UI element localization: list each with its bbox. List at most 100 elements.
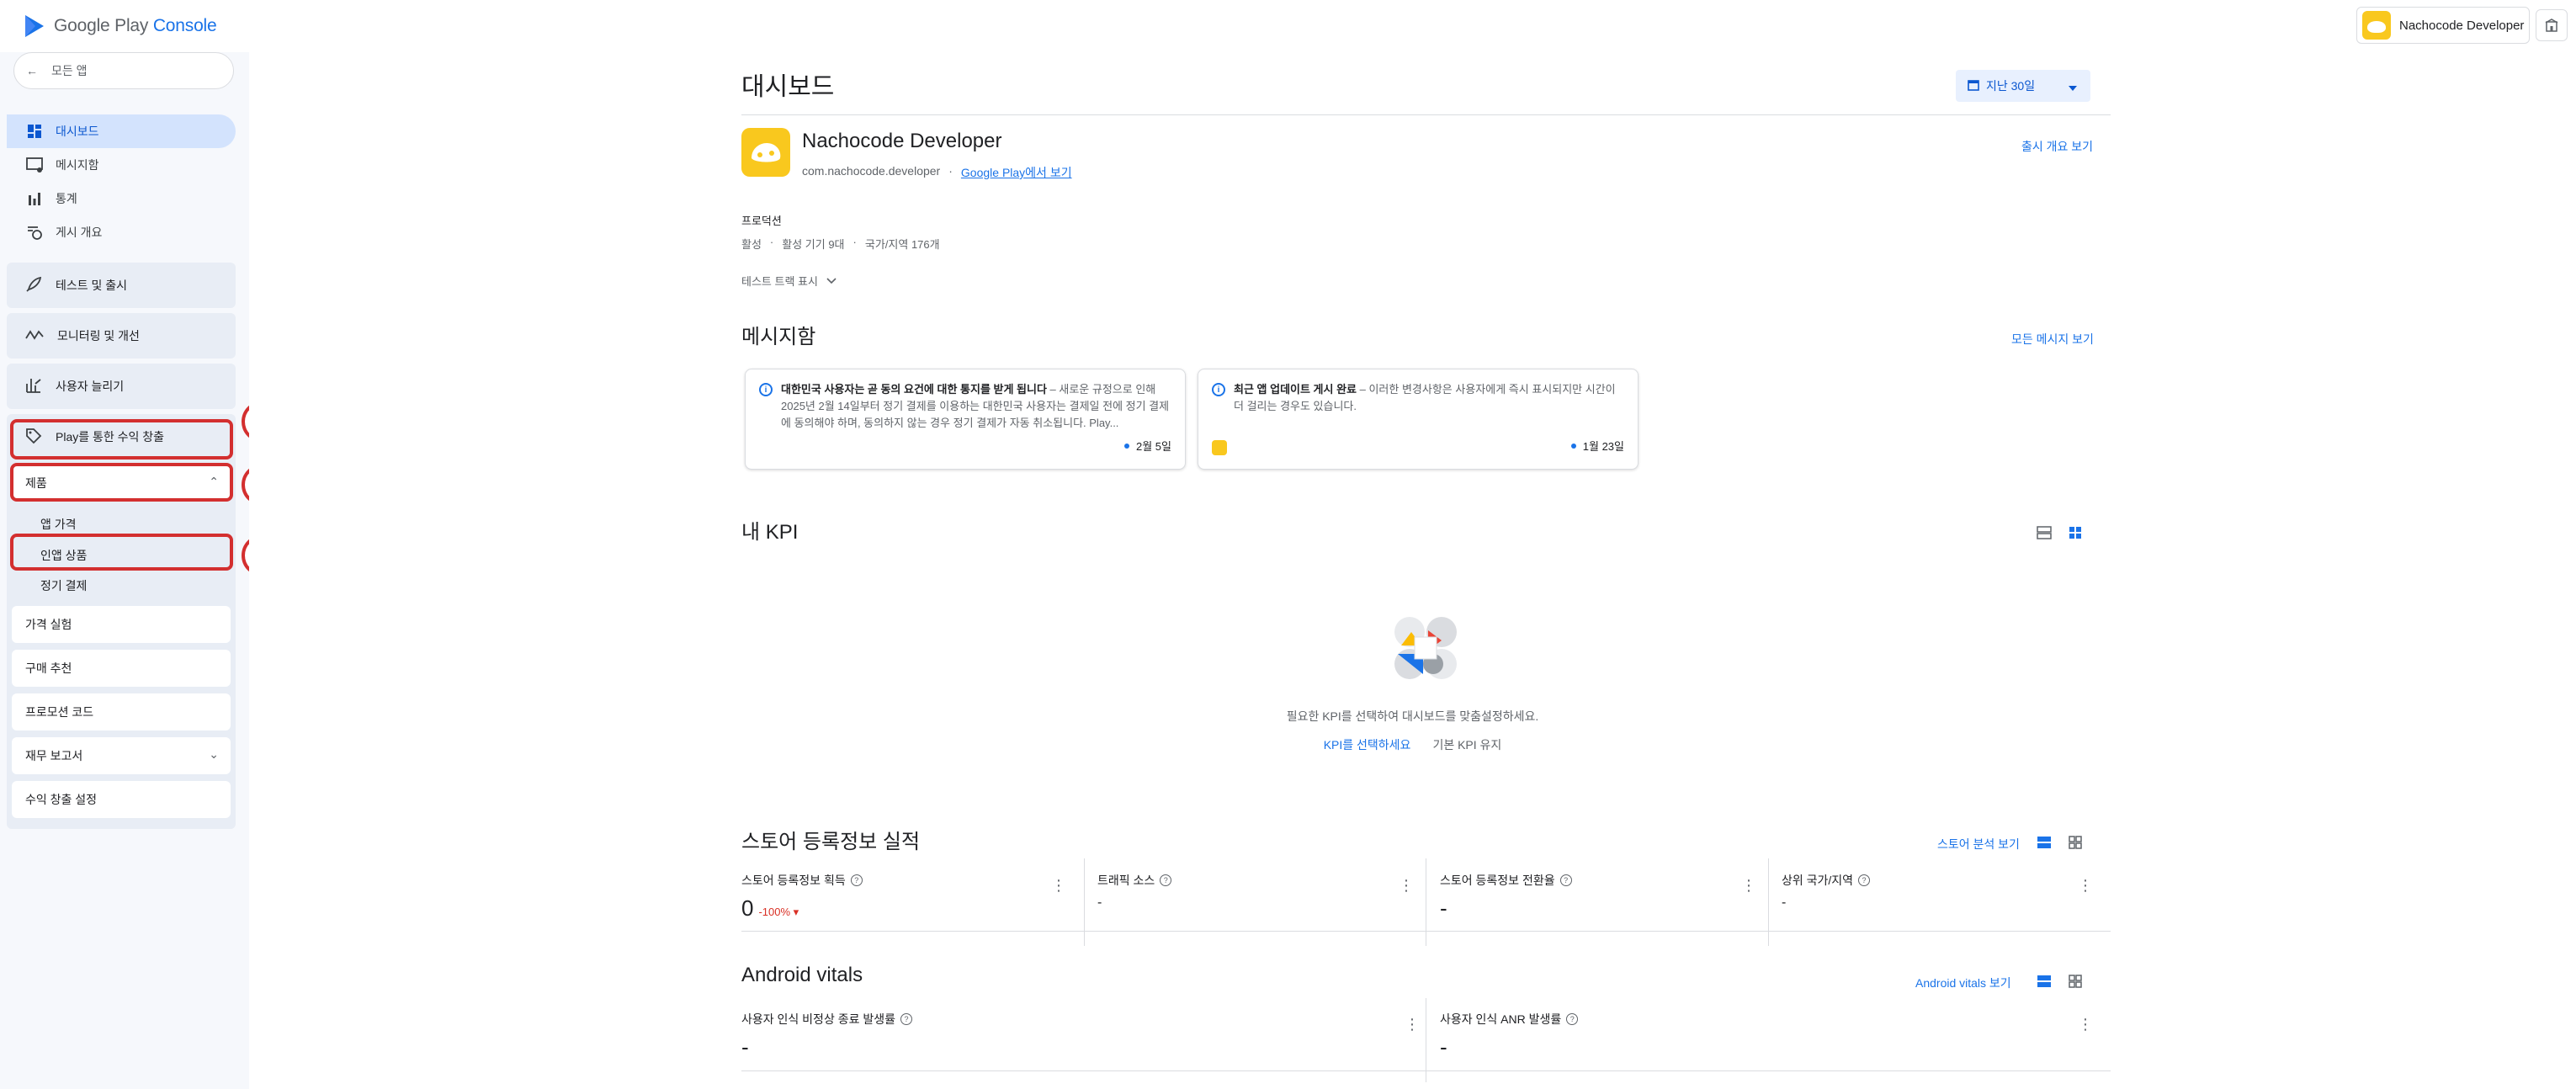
- page-title: 대시보드: [741, 73, 835, 101]
- all-messages-link[interactable]: 모든 메시지 보기: [2011, 331, 2094, 348]
- sidebar-item-subscriptions[interactable]: 정기 결제: [40, 577, 87, 594]
- inbox-section-title: 메시지함: [741, 326, 816, 348]
- android-vitals-title: Android vitals: [741, 964, 863, 986]
- list-view-icon[interactable]: [2035, 523, 2053, 542]
- kpi-empty-text: 필요한 KPI를 선택하여 대시보드를 맞춤설정하세요.: [1286, 709, 1539, 723]
- sidebar-item-price-experiments[interactable]: 가격 실험: [12, 606, 231, 643]
- publishing-overview-icon: [25, 223, 44, 242]
- keep-default-kpi-link[interactable]: 기본 KPI 유지: [1432, 736, 1501, 753]
- sidebar-item-monetization-setup[interactable]: 수익 창출 설정: [12, 781, 231, 818]
- sidebar-item-app-pricing[interactable]: 앱 가격: [40, 516, 77, 533]
- message-card[interactable]: i 최근 앱 업데이트 게시 완료 – 이러한 변경사항은 사용자에게 즉시 표…: [1198, 369, 1639, 470]
- main-content: 대시보드 지난 30일 Nachocode Developer com.nach…: [249, 52, 2576, 1089]
- store-stat-conversion-rate[interactable]: 스토어 등록정보 전환율? - ⋮: [1440, 872, 1768, 944]
- grid-view-icon[interactable]: [2066, 972, 2085, 991]
- account-chip[interactable]: Nachocode Developer: [2356, 7, 2530, 44]
- chevron-down-icon: ⌄: [209, 747, 219, 761]
- list-view-icon[interactable]: [2035, 972, 2053, 991]
- more-vert-icon[interactable]: ⋮: [1741, 877, 1756, 895]
- account-name: Nachocode Developer: [2399, 18, 2525, 33]
- store-stat-acquisitions[interactable]: 스토어 등록정보 획득? 0 -100% ▾ ⋮: [741, 872, 1078, 944]
- sidebar-item-promotional-content[interactable]: 구매 추천: [12, 650, 231, 687]
- dropdown-arrow-icon: [2069, 80, 2077, 93]
- more-vert-icon[interactable]: ⋮: [1399, 877, 1414, 895]
- sidebar-section-monitor-improve[interactable]: 모니터링 및 개선: [7, 313, 236, 359]
- show-test-tracks-toggle[interactable]: 테스트 트랙 표시: [741, 273, 837, 289]
- sidebar-item-publishing-overview[interactable]: 게시 개요: [7, 215, 236, 249]
- sidebar-item-financial-reports[interactable]: 재무 보고서 ⌄: [12, 737, 231, 774]
- separator: ·: [948, 164, 953, 178]
- top-bar: Google Play Console Nachocode Developer: [0, 0, 2576, 52]
- message-body: 최근 앱 업데이트 게시 완료 – 이러한 변경사항은 사용자에게 즉시 표시되…: [1234, 383, 1616, 412]
- more-vert-icon[interactable]: ⋮: [2078, 877, 2093, 895]
- help-icon[interactable]: ?: [1566, 1013, 1579, 1025]
- sidebar-section-label: 테스트 및 출시: [56, 279, 128, 292]
- help-icon[interactable]: ?: [1160, 874, 1172, 886]
- sidebar-item-label: 통계: [56, 192, 77, 205]
- logo-text: Google Play Console: [54, 16, 217, 35]
- date-range-button[interactable]: 지난 30일: [1956, 70, 2090, 102]
- vitals-divider: [741, 1070, 2111, 1071]
- vitals-stat-crash-rate[interactable]: 사용자 인식 비정상 종료 발생률? - ⋮: [741, 1011, 1431, 1083]
- google-play-console-logo[interactable]: Google Play Console: [24, 13, 217, 39]
- store-divider: [741, 931, 2111, 932]
- inbox-icon: [25, 156, 44, 174]
- more-vert-icon[interactable]: ⋮: [1051, 877, 1066, 895]
- release-overview-link[interactable]: 출시 개요 보기: [2021, 138, 2093, 155]
- all-apps-button[interactable]: ← 모든 앱: [13, 52, 234, 89]
- sidebar-section-test-and-release[interactable]: 테스트 및 출시: [7, 263, 236, 308]
- stat-value: -: [1440, 895, 1447, 921]
- help-icon[interactable]: ?: [1858, 874, 1871, 886]
- help-icon[interactable]: ?: [1559, 874, 1572, 886]
- sidebar-item-promo-codes[interactable]: 프로모션 코드: [12, 693, 231, 730]
- unread-dot-icon: [1124, 443, 1129, 449]
- kpi-empty-illustration: [1394, 617, 1457, 679]
- help-icon[interactable]: ?: [900, 1013, 912, 1025]
- stat-name: 스토어 등록정보 획득: [741, 874, 846, 887]
- app-icon: [741, 128, 790, 177]
- unread-dot-icon: [1570, 443, 1576, 449]
- message-body: 대한민국 사용자는 곧 동의 요건에 대한 통지를 받게 됩니다 – 새로운 규…: [781, 383, 1170, 429]
- more-vert-icon[interactable]: ⋮: [1405, 1016, 1420, 1033]
- app-emoji-icon: [1212, 440, 1227, 455]
- store-stat-traffic-source[interactable]: 트래픽 소스? - ⋮: [1097, 872, 1426, 944]
- stat-value: -: [1440, 1034, 1447, 1060]
- sidebar-section-grow-users[interactable]: 사용자 늘리기: [7, 364, 236, 409]
- sidebar-item-statistics[interactable]: 통계: [7, 182, 236, 215]
- grid-view-icon[interactable]: [2066, 523, 2085, 542]
- package-name: com.nachocode.developer: [802, 164, 941, 178]
- more-vert-icon[interactable]: ⋮: [2078, 1016, 2093, 1033]
- building-icon[interactable]: [2536, 9, 2568, 41]
- android-vitals-link[interactable]: Android vitals 보기: [1915, 975, 2011, 991]
- test-tracks-label: 테스트 트랙 표시: [741, 275, 818, 288]
- sidebar-item-dashboard[interactable]: 대시보드: [7, 114, 236, 148]
- stat-divider: [1768, 858, 1769, 946]
- highlight-box-monetize: [10, 419, 233, 460]
- sidebar-section-label: 사용자 늘리기: [56, 380, 125, 393]
- highlight-box-products: [10, 463, 233, 502]
- store-stat-top-countries[interactable]: 상위 국가/지역? - ⋮: [1782, 872, 2105, 944]
- sidebar-item-label: 게시 개요: [56, 226, 103, 239]
- grid-view-icon[interactable]: [2066, 833, 2085, 852]
- message-date: 2월 5일: [1124, 438, 1171, 454]
- active-devices: 활성 기기 9대: [782, 238, 845, 251]
- list-view-icon[interactable]: [2035, 833, 2053, 852]
- all-apps-label: 모든 앱: [51, 64, 88, 77]
- select-kpi-link[interactable]: KPI를 선택하세요: [1324, 736, 1411, 753]
- sidebar-item-label: 구매 추천: [25, 661, 72, 675]
- stat-value: -: [741, 1034, 749, 1060]
- sidebar-item-label: 재무 보고서: [25, 749, 83, 762]
- chevron-down-icon: [826, 274, 837, 287]
- vitals-stat-anr-rate[interactable]: 사용자 인식 ANR 발생률? - ⋮: [1440, 1011, 2105, 1083]
- app-name: Nachocode Developer: [802, 130, 1002, 152]
- stat-name: 사용자 인식 비정상 종료 발생률: [741, 1012, 895, 1026]
- message-card[interactable]: i 대한민국 사용자는 곧 동의 요건에 대한 통지를 받게 됩니다 – 새로운…: [745, 369, 1186, 470]
- store-analysis-link[interactable]: 스토어 분석 보기: [1937, 836, 2020, 853]
- production-status: 활성: [741, 238, 762, 251]
- sidebar-item-label: 메시지함: [56, 158, 99, 172]
- sidebar-item-inbox[interactable]: 메시지함: [7, 148, 236, 182]
- bar-chart-icon: [25, 189, 44, 208]
- production-meta: 활성 · 활성 기기 9대 · 국가/지역 176개: [741, 236, 940, 251]
- help-icon[interactable]: ?: [850, 874, 863, 886]
- view-on-google-play-link[interactable]: Google Play에서 보기: [961, 164, 1072, 181]
